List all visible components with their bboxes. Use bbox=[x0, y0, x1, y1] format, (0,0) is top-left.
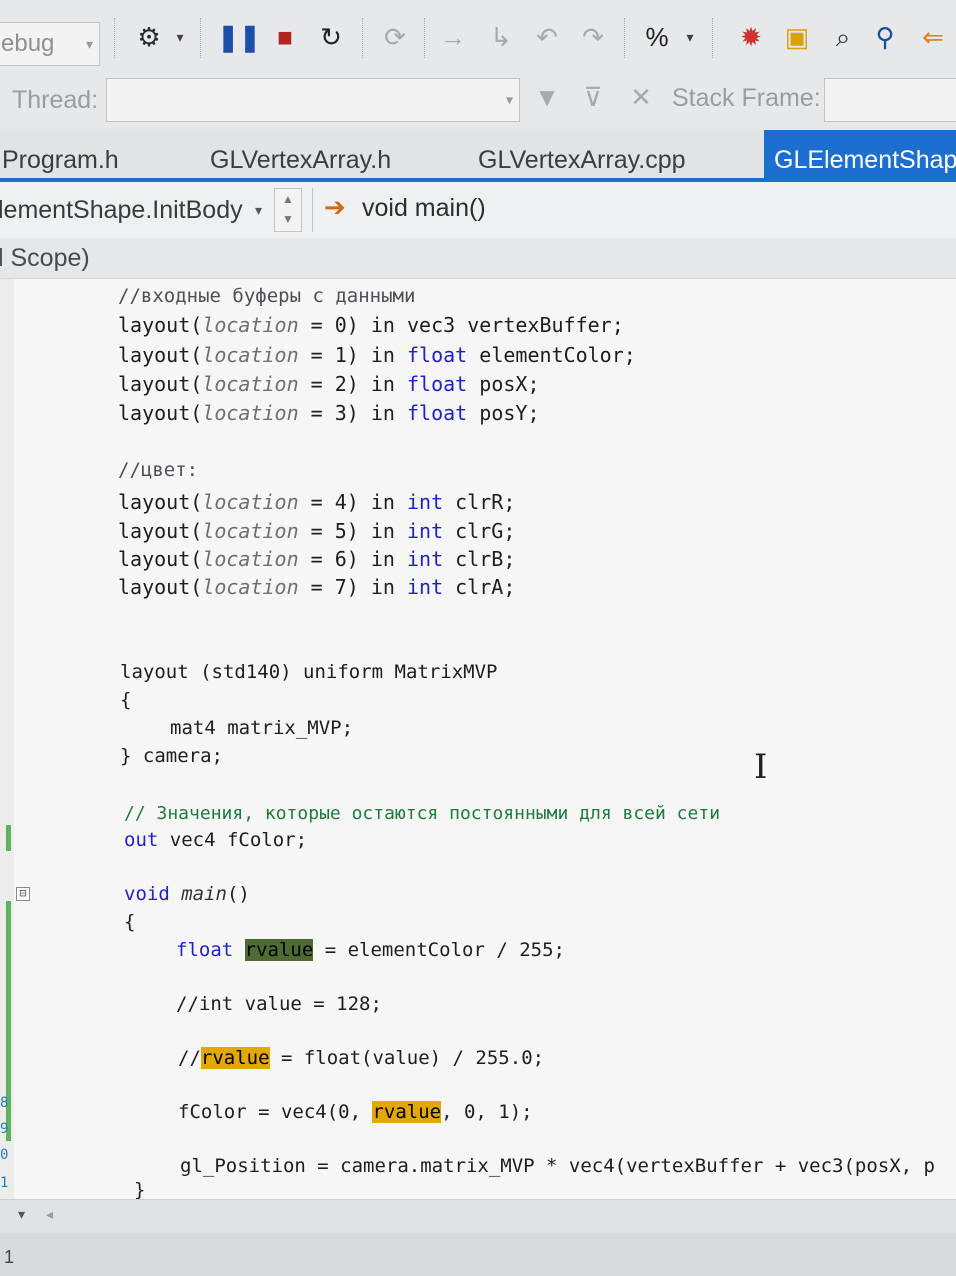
line-number: 0 bbox=[0, 1147, 9, 1163]
filter-clear-icon[interactable]: ⊽ bbox=[576, 80, 610, 114]
type-combo-value: lementShape.InitBody bbox=[0, 196, 243, 224]
stop-icon[interactable]: ■ bbox=[268, 20, 302, 54]
scroll-left-icon[interactable]: ◂ bbox=[46, 1206, 53, 1223]
dropdown-arrow-icon[interactable]: ▾ bbox=[680, 20, 700, 54]
highlight-reference: rvalue bbox=[244, 939, 314, 961]
chevron-down-icon: ▾ bbox=[85, 36, 93, 52]
collapse-icon[interactable]: ⊟ bbox=[16, 887, 30, 901]
document-tabs: Program.h GLVertexArray.h GLVertexArray.… bbox=[0, 130, 956, 182]
code-line: layout(location = 6) in int clrB; bbox=[118, 547, 516, 571]
member-combo-value: void main() bbox=[362, 194, 486, 222]
highlight-reference: rvalue bbox=[200, 1047, 270, 1069]
flag-threads-icon[interactable]: ✕ bbox=[624, 80, 658, 114]
restart-icon[interactable]: ↻ bbox=[314, 20, 348, 54]
toolbar-separator bbox=[200, 18, 203, 58]
step-over-icon[interactable]: ↳ bbox=[484, 20, 518, 54]
code-editor[interactable]: ⊟ 8 9 0 1 //входные буферы с данными lay… bbox=[0, 279, 956, 1199]
code-line: layout(location = 0) in vec3 vertexBuffe… bbox=[118, 313, 624, 337]
thread-combo[interactable]: ▾ bbox=[106, 78, 520, 122]
navigation-bar: lementShape.InitBody ▾ ▲ ▼ ➔ void main() bbox=[0, 182, 956, 239]
method-icon: ➔ bbox=[324, 192, 346, 222]
toolbar-separator bbox=[624, 18, 627, 58]
status-line-number: 1 bbox=[4, 1247, 15, 1267]
scope-bar: l Scope) bbox=[0, 238, 956, 279]
stack-frame-label: Stack Frame: bbox=[672, 84, 821, 112]
find-icon[interactable]: ⌕ bbox=[826, 20, 860, 54]
filter-icon[interactable]: ▼ bbox=[530, 80, 564, 114]
code-line: layout(location = 2) in float posX; bbox=[118, 372, 540, 396]
change-indicator bbox=[6, 825, 11, 851]
toolbar-separator bbox=[712, 18, 715, 58]
code-line: } camera; bbox=[120, 745, 223, 767]
code-line: { bbox=[124, 911, 136, 933]
code-comment: //цвет: bbox=[118, 459, 199, 481]
zoom-dropdown-icon[interactable]: ▾ bbox=[18, 1206, 25, 1223]
step-back-icon[interactable]: ↷ bbox=[576, 20, 610, 54]
code-line: mat4 matrix_MVP; bbox=[170, 717, 354, 739]
code-line: gl_Position = camera.matrix_MVP * vec4(v… bbox=[180, 1155, 935, 1177]
tab-glvertexarray-cpp[interactable]: GLVertexArray.cpp bbox=[478, 130, 686, 178]
chevron-down-icon[interactable]: ▼ bbox=[275, 209, 301, 229]
debug-toolbar: ebug ▾ ⚙ ▾ ❚❚ ■ ↻ ⟳ → ↳ ↶ ↷ % ▾ ✹ ▣ ⌕ ⚲ … bbox=[0, 0, 956, 73]
solution-config-value: ebug bbox=[1, 30, 55, 57]
code-line: layout(location = 5) in int clrG; bbox=[118, 519, 516, 543]
search-icon[interactable]: ⚲ bbox=[868, 20, 902, 54]
code-line: float rvalue = elementColor / 255; bbox=[176, 939, 565, 961]
line-number: 8 bbox=[0, 1095, 9, 1111]
code-line: layout(location = 1) in float elementCol… bbox=[118, 343, 636, 367]
code-line: layout(location = 4) in int clrR; bbox=[118, 490, 516, 514]
pause-icon[interactable]: ❚❚ bbox=[217, 20, 261, 54]
chevron-down-icon: ▾ bbox=[254, 202, 262, 218]
type-combo[interactable]: lementShape.InitBody ▾ bbox=[0, 188, 268, 232]
code-line: void main() bbox=[124, 883, 250, 905]
nav-spinner[interactable]: ▲ ▼ bbox=[274, 188, 302, 232]
chevron-up-icon[interactable]: ▲ bbox=[275, 189, 301, 209]
tab-glelementshape[interactable]: GLElementShape bbox=[764, 130, 956, 178]
code-line: { bbox=[120, 689, 132, 711]
toolbox-icon[interactable]: ▣ bbox=[780, 20, 814, 54]
chevron-down-icon: ▾ bbox=[505, 91, 513, 108]
toolbar-separator bbox=[362, 18, 365, 58]
status-bar: 1 bbox=[0, 1233, 956, 1276]
line-number: 1 bbox=[0, 1175, 9, 1191]
show-next-statement-icon[interactable]: ⟳ bbox=[378, 20, 412, 54]
code-line: } bbox=[134, 1179, 146, 1199]
thread-label: Thread: bbox=[12, 86, 99, 114]
code-comment: // Значения, которые остаются постоянным… bbox=[124, 803, 721, 824]
horizontal-scrollbar[interactable]: ▾ ◂ bbox=[0, 1199, 956, 1234]
toolbar-separator bbox=[424, 18, 427, 58]
code-line: fColor = vec4(0, rvalue, 0, 1); bbox=[178, 1101, 533, 1123]
stack-frame-combo[interactable] bbox=[824, 78, 956, 122]
breakpoints-icon[interactable]: % bbox=[640, 20, 674, 54]
code-comment: //входные буферы с данными bbox=[118, 285, 416, 307]
text-cursor-icon: I bbox=[754, 747, 768, 787]
debug-location-bar: Thread: ▾ ▼ ⊽ ✕ Stack Frame: bbox=[0, 72, 956, 131]
toolbar-separator bbox=[114, 18, 117, 58]
navigate-back-icon[interactable]: ⇐ bbox=[916, 20, 950, 54]
code-line: //rvalue = float(value) / 255.0; bbox=[178, 1047, 545, 1069]
line-number: 9 bbox=[0, 1121, 9, 1137]
scope-label: l Scope) bbox=[0, 244, 90, 272]
member-combo[interactable]: void main() bbox=[362, 194, 486, 223]
dropdown-arrow-icon[interactable]: ▾ bbox=[170, 20, 190, 54]
navbar-separator bbox=[312, 188, 313, 232]
highlight-reference: rvalue bbox=[372, 1101, 442, 1123]
step-into-icon[interactable]: → bbox=[436, 20, 470, 54]
code-line: //int value = 128; bbox=[176, 993, 382, 1015]
step-out-icon[interactable]: ↶ bbox=[530, 20, 564, 54]
tab-program-h[interactable]: Program.h bbox=[2, 130, 119, 178]
code-line: layout(location = 7) in int clrA; bbox=[118, 575, 516, 599]
solution-config-combo[interactable]: ebug ▾ bbox=[0, 22, 100, 66]
code-line: layout(location = 3) in float posY; bbox=[118, 401, 540, 425]
settings-icon[interactable]: ✹ bbox=[734, 20, 768, 54]
code-line: out vec4 fColor; bbox=[124, 829, 308, 851]
code-line: layout (std140) uniform MatrixMVP bbox=[120, 661, 498, 683]
tab-glvertexarray-h[interactable]: GLVertexArray.h bbox=[210, 130, 391, 178]
process-icon[interactable]: ⚙ bbox=[132, 20, 166, 54]
